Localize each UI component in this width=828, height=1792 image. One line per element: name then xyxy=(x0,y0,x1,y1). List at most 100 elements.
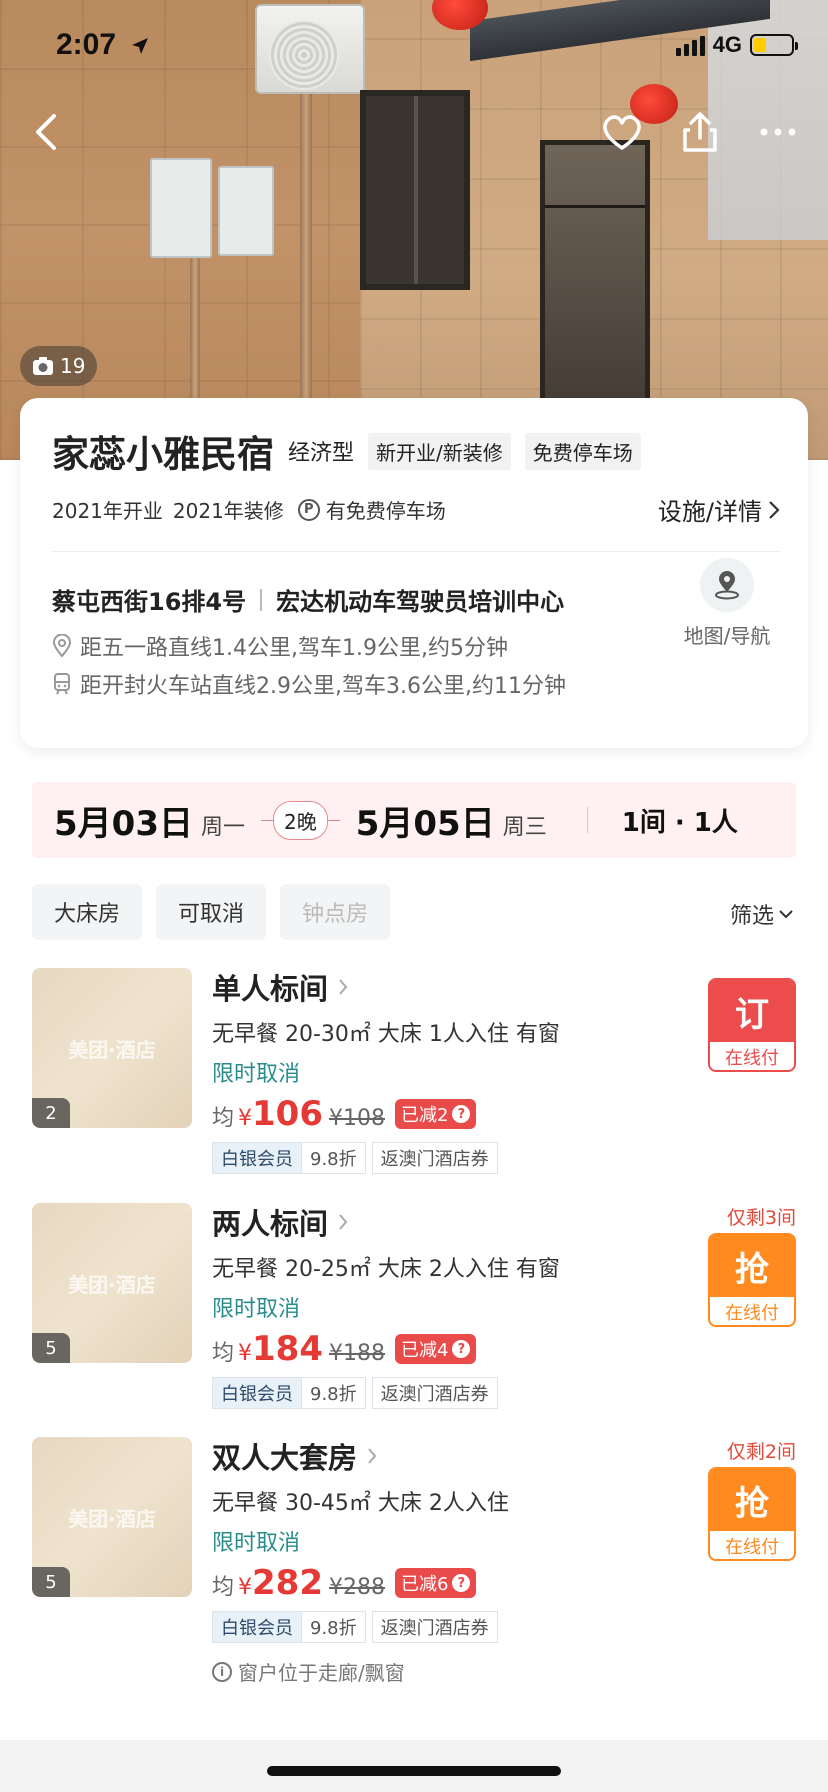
coupon-badge: 返澳门酒店券 xyxy=(371,1142,498,1174)
photo-watermark: 美团·酒店 xyxy=(68,1273,156,1297)
cancel-policy: 限时取消 xyxy=(212,1531,301,1556)
price-currency: ¥ xyxy=(238,1575,253,1600)
room-description: 无早餐 20-30㎡ 大床 1人入住 有窗 xyxy=(212,1022,560,1047)
price-row: 均 ¥ 184 ¥188 已减4 ? xyxy=(212,1329,632,1369)
room-item[interactable]: 美团·酒店 2 单人标间 无早餐 20-30㎡ 大床 1人入住 有窗 限时取消 … xyxy=(32,968,796,1178)
photo-meter xyxy=(150,158,212,258)
grab-button[interactable]: 抢 在线付 xyxy=(708,1233,796,1327)
room-info: 单人标间 无早餐 20-30㎡ 大床 1人入住 有窗 限时取消 均 ¥ 106 … xyxy=(212,968,632,1174)
status-indicators: 4G xyxy=(675,32,798,58)
status-time: 2:07 xyxy=(56,28,117,61)
filter-label: 筛选 xyxy=(729,904,774,929)
network-type: 4G xyxy=(712,32,742,57)
price-avg-label: 均 xyxy=(212,1106,235,1131)
chevron-right-icon xyxy=(368,1448,377,1464)
tag-free-parking: 免费停车场 xyxy=(524,432,641,470)
photo-ac-unit xyxy=(255,4,365,94)
tag-new-renovated: 新开业/新装修 xyxy=(368,432,511,470)
distance-row-1: 距五一路直线1.4公里,驾车1.9公里,约5分钟 xyxy=(52,630,508,662)
room-photo-count: 2 xyxy=(32,1098,70,1128)
location-arrow-icon xyxy=(130,36,150,60)
date-selector[interactable]: 5月03日 周一 2晚 5月05日 周三 1间 · 1人 xyxy=(32,782,796,858)
room-name-row[interactable]: 双人大套房 xyxy=(212,1437,632,1475)
price-value: 282 xyxy=(252,1563,323,1603)
rooms-remaining: 仅剩3间 xyxy=(726,1207,796,1229)
favorite-button[interactable] xyxy=(598,108,646,156)
room-photo[interactable]: 美团·酒店 2 xyxy=(32,968,192,1128)
room-info: 两人标间 无早餐 20-25㎡ 大床 2人入住 有窗 限时取消 均 ¥ 184 … xyxy=(212,1203,632,1409)
checkout-date[interactable]: 5月05日 xyxy=(356,796,495,845)
book-button[interactable]: 订 在线付 xyxy=(708,978,796,1072)
room-name: 两人标间 xyxy=(212,1207,329,1241)
more-button[interactable] xyxy=(754,108,802,156)
book-button-sub: 在线付 xyxy=(725,1048,779,1069)
discount-badge[interactable]: 已减6 ? xyxy=(395,1568,477,1598)
distance-text-2: 距开封火车站直线2.9公里,驾车3.6公里,约11分钟 xyxy=(80,674,566,699)
back-button[interactable] xyxy=(22,108,70,156)
share-button[interactable] xyxy=(676,108,724,156)
filter-button[interactable]: 筛选 xyxy=(730,898,794,930)
facilities-details-link[interactable]: 设施/详情 xyxy=(658,492,780,527)
discount-badge[interactable]: 已减2 ? xyxy=(395,1099,477,1129)
member-level: 白银会员 xyxy=(213,1612,301,1642)
book-button-sub: 在线付 xyxy=(725,1537,779,1558)
member-discount: 9.8折 xyxy=(301,1378,365,1408)
rooms-remaining: 仅剩2间 xyxy=(726,1441,796,1463)
chip-cancellable[interactable]: 可取消 xyxy=(156,884,267,940)
train-icon xyxy=(54,673,70,695)
address-row[interactable]: 蔡屯西街16排4号 宏达机动车驾驶员培训中心 xyxy=(52,582,564,617)
map-label: 地图/导航 xyxy=(683,624,771,648)
book-button-main: 订 xyxy=(710,980,794,1042)
filter-chips: 大床房 可取消 钟点房 xyxy=(32,884,391,940)
room-name-row[interactable]: 两人标间 xyxy=(212,1203,632,1241)
room-description: 无早餐 30-45㎡ 大床 2人入住 xyxy=(212,1491,509,1516)
room-photo-count: 5 xyxy=(32,1567,70,1597)
address-separator xyxy=(260,588,263,611)
price-currency: ¥ xyxy=(238,1341,253,1366)
room-note-text: 窗户位于走廊/飘窗 xyxy=(238,1661,405,1685)
discount-badge[interactable]: 已减4 ? xyxy=(395,1334,477,1364)
chip-king-bed[interactable]: 大床房 xyxy=(32,884,143,940)
room-name-row[interactable]: 单人标间 xyxy=(212,968,632,1006)
room-badges: 白银会员 9.8折 返澳门酒店券 xyxy=(212,1611,632,1643)
room-name: 双人大套房 xyxy=(212,1441,358,1475)
room-item[interactable]: 美团·酒店 5 两人标间 无早餐 20-25㎡ 大床 2人入住 有窗 限时取消 … xyxy=(32,1203,796,1413)
member-badge: 白银会员 9.8折 xyxy=(212,1142,366,1174)
more-dots-icon xyxy=(760,128,796,136)
chevron-right-icon xyxy=(339,1214,348,1230)
map-navigation-button[interactable]: 地图/导航 xyxy=(672,558,782,649)
original-price: ¥108 xyxy=(329,1106,385,1131)
hotel-landmark: 宏达机动车驾驶员培训中心 xyxy=(276,588,565,616)
signal-icon xyxy=(675,34,705,56)
hotel-photo[interactable] xyxy=(0,0,828,460)
room-badges: 白银会员 9.8折 返澳门酒店券 xyxy=(212,1377,632,1409)
original-price: ¥288 xyxy=(329,1575,385,1600)
price-avg-label: 均 xyxy=(212,1341,235,1366)
map-icon-circle xyxy=(700,558,754,612)
battery-icon xyxy=(750,34,798,56)
opened-year: 2021年开业 xyxy=(52,499,163,523)
parking-icon: P xyxy=(297,498,320,521)
grab-button[interactable]: 抢 在线付 xyxy=(708,1467,796,1561)
price-avg-label: 均 xyxy=(212,1575,235,1600)
price-value: 106 xyxy=(252,1094,323,1134)
home-indicator[interactable] xyxy=(267,1766,561,1776)
room-photo[interactable]: 美团·酒店 5 xyxy=(32,1203,192,1363)
question-icon: ? xyxy=(452,1340,471,1358)
location-pin-icon xyxy=(52,634,72,658)
photo-meter xyxy=(218,166,274,256)
room-photo[interactable]: 美团·酒店 5 xyxy=(32,1437,192,1597)
checkin-date[interactable]: 5月03日 xyxy=(54,796,193,845)
chip-hourly-room[interactable]: 钟点房 xyxy=(280,884,391,940)
room-item[interactable]: 美团·酒店 5 双人大套房 无早餐 30-45㎡ 大床 2人入住 限时取消 均 … xyxy=(32,1437,796,1687)
question-icon: ? xyxy=(452,1574,471,1592)
rooms-guests-selector[interactable]: 1间 · 1人 xyxy=(622,802,738,839)
member-badge: 白银会员 9.8折 xyxy=(212,1611,366,1643)
hotel-info-card: 家蕊小雅民宿 经济型 新开业/新装修 免费停车场 2021年开业 2021年装修… xyxy=(20,398,808,748)
room-note: i 窗户位于走廊/飘窗 xyxy=(212,1657,632,1686)
book-button-main: 抢 xyxy=(710,1235,794,1297)
cancel-policy: 限时取消 xyxy=(212,1062,301,1087)
chevron-right-icon xyxy=(339,979,348,995)
map-pin-icon xyxy=(715,571,739,600)
photo-count-badge[interactable]: 19 xyxy=(20,346,98,386)
